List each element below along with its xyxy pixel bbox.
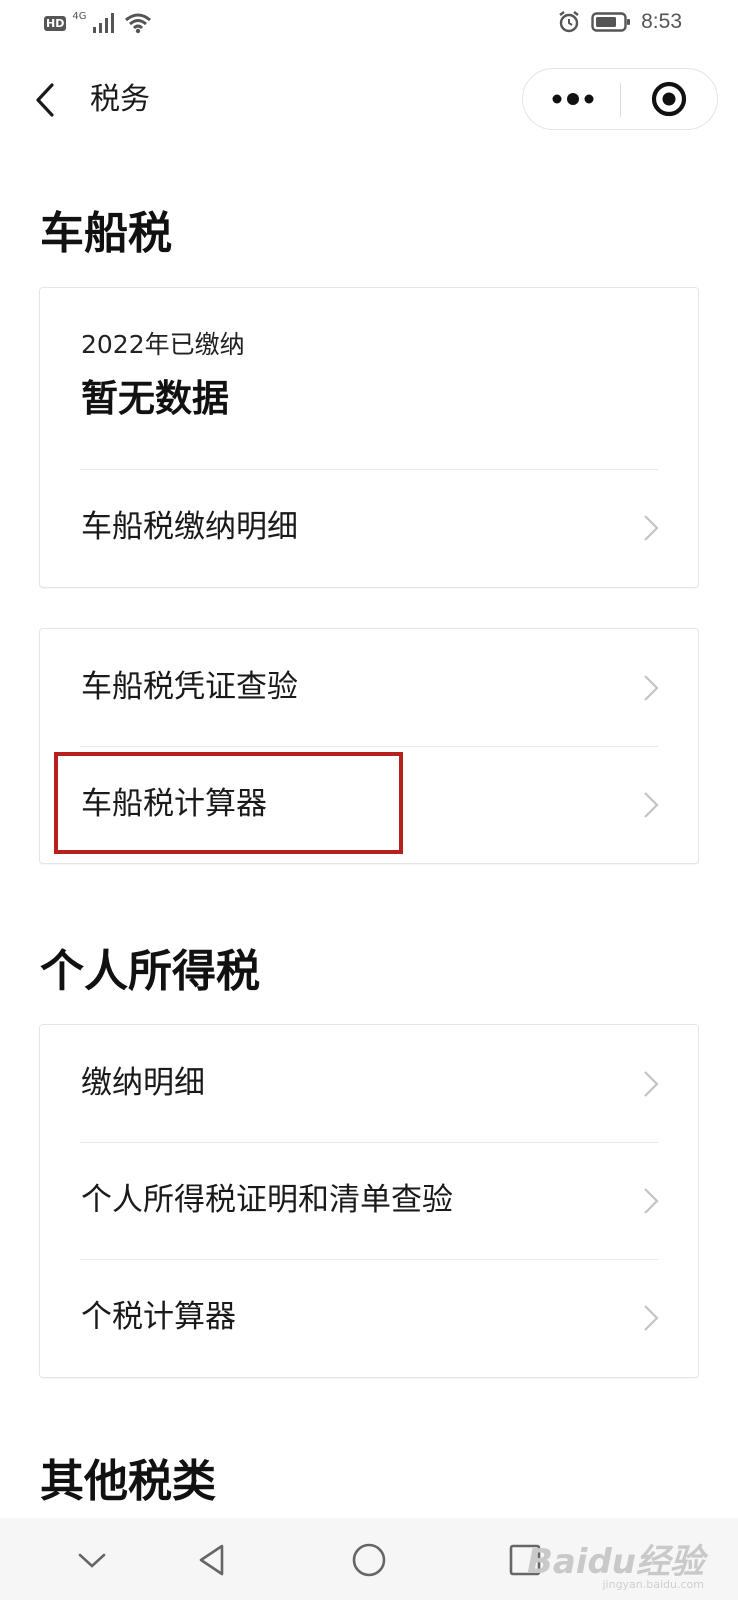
list-item-label: 个人所得税证明和清单查验: [81, 1182, 453, 1218]
row-divider: [80, 746, 658, 747]
chevron-right-icon: [644, 675, 659, 701]
list-item-vehicle-tax-detail[interactable]: 车船税缴纳明细: [40, 469, 698, 585]
chevron-right-icon: [644, 1071, 659, 1097]
list-item-label: 个税计算器: [81, 1299, 236, 1335]
alarm-icon: [559, 11, 579, 33]
page-title: 税务: [90, 82, 150, 117]
back-chevron-icon[interactable]: [28, 80, 68, 120]
status-bar: HD 4G 8:53: [0, 0, 738, 52]
target-close-icon[interactable]: [633, 79, 705, 119]
signal-icon: [93, 13, 115, 33]
personal-tax-card: 缴纳明细 个人所得税证明和清单查验 个税计算器: [39, 1024, 699, 1378]
battery-icon: [591, 12, 631, 32]
baidu-watermark-url: jingyan.baidu.com: [602, 1578, 704, 1591]
list-item-label: 车船税凭证查验: [81, 669, 298, 705]
chevron-right-icon: [644, 792, 659, 818]
vehicle-tax-summary-card: 2022年已缴纳 暂无数据 车船税缴纳明细: [39, 287, 699, 588]
annotation-highlight-box: [54, 752, 403, 854]
chevron-right-icon: [644, 515, 659, 541]
wifi-icon: [125, 13, 152, 34]
network-type: 4G: [72, 10, 87, 22]
list-item-label: 车船税缴纳明细: [81, 509, 298, 545]
status-right-icons: 8:53: [557, 10, 682, 34]
list-item-income-tax-calculator[interactable]: 个税计算器: [40, 1259, 698, 1375]
status-left-icons: HD 4G: [44, 10, 152, 34]
system-navigation-bar: Baidu经验 jingyan.baidu.com: [0, 1518, 738, 1600]
home-circle-icon[interactable]: [347, 1538, 391, 1582]
collapse-chevron-icon[interactable]: [70, 1538, 114, 1582]
paid-amount-value: 暂无数据: [81, 377, 229, 420]
chevron-right-icon: [644, 1188, 659, 1214]
chevron-right-icon: [644, 1305, 659, 1331]
paid-year-label: 2022年已缴纳: [81, 330, 245, 359]
row-divider: [80, 469, 658, 470]
capsule-divider: [620, 83, 621, 117]
mini-program-capsule: [522, 68, 718, 130]
list-item-income-tax-certificate-check[interactable]: 个人所得税证明和清单查验: [40, 1142, 698, 1258]
more-dots-icon[interactable]: [543, 79, 603, 119]
section-heading-other-tax: 其他税类: [40, 1456, 216, 1507]
row-divider: [80, 1142, 658, 1143]
section-heading-personal-tax: 个人所得税: [40, 946, 260, 997]
hd-badge: HD: [44, 15, 67, 31]
list-item-label: 缴纳明细: [81, 1065, 205, 1101]
baidu-watermark: Baidu经验: [526, 1542, 704, 1582]
section-heading-vehicle-tax: 车船税: [40, 208, 172, 259]
row-divider: [80, 1259, 658, 1260]
list-item-payment-detail[interactable]: 缴纳明细: [40, 1025, 698, 1141]
list-item-vehicle-tax-voucher-check[interactable]: 车船税凭证查验: [40, 629, 698, 745]
back-triangle-icon[interactable]: [190, 1538, 234, 1582]
status-time: 8:53: [641, 10, 682, 33]
